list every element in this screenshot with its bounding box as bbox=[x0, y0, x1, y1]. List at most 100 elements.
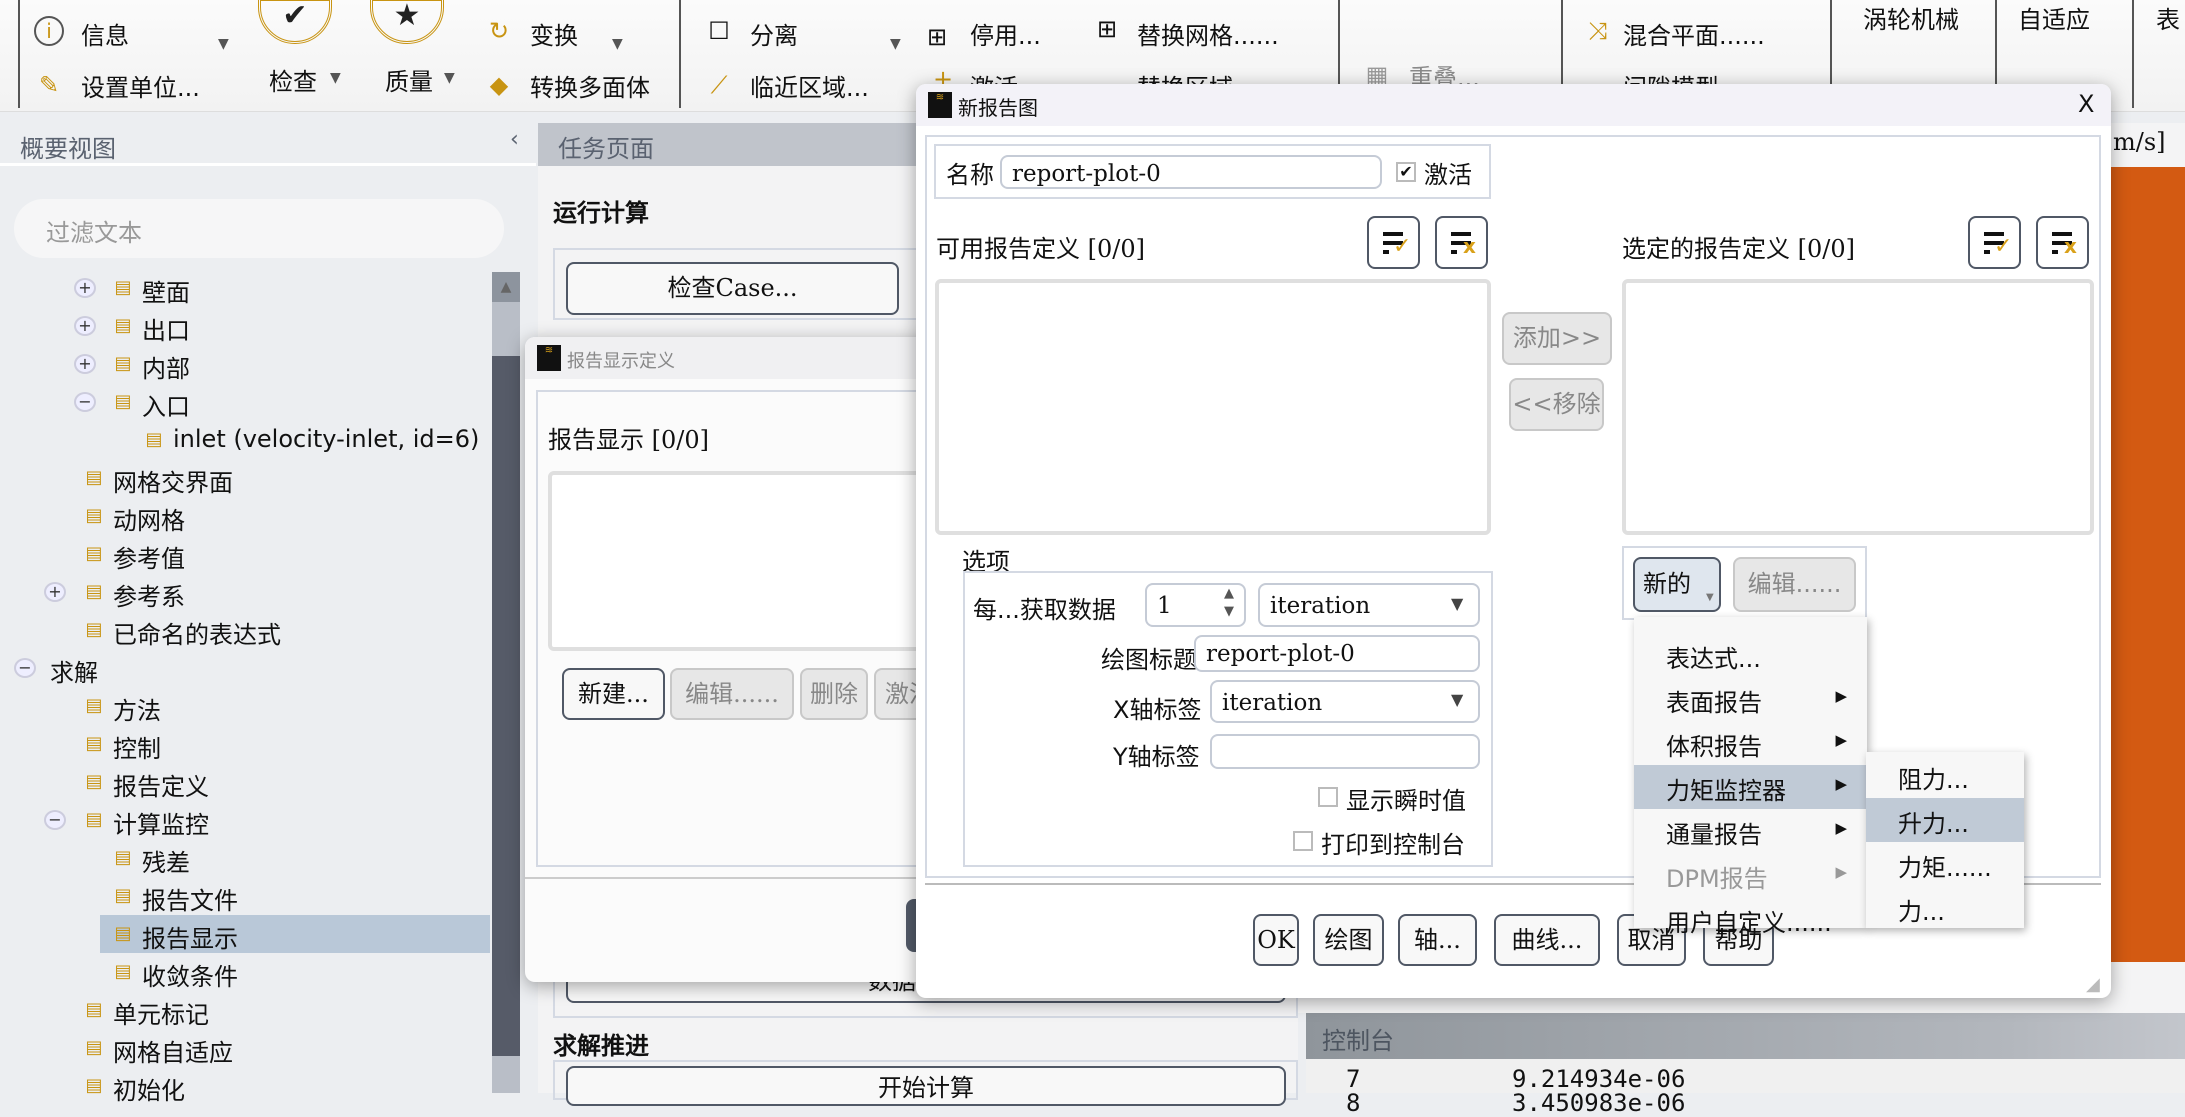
filter-input[interactable]: 过滤文本 bbox=[14, 199, 504, 258]
edit-button[interactable]: 编辑...... bbox=[670, 668, 794, 720]
menu-item[interactable]: 力矩...... bbox=[1866, 842, 2024, 886]
scrollbar-thumb[interactable] bbox=[492, 356, 520, 1056]
tree-item[interactable]: − ▤ 入口 bbox=[0, 383, 490, 421]
chevron-down-icon[interactable]: ▼ bbox=[1451, 690, 1463, 709]
chevron-down-icon[interactable]: ▼ bbox=[1451, 594, 1463, 613]
remove-button[interactable]: <<移除 bbox=[1509, 378, 1604, 431]
tree-item[interactable]: ▤ 残差 bbox=[0, 839, 490, 877]
set-units-button[interactable]: 设置单位... bbox=[81, 68, 200, 103]
info-icon[interactable]: i bbox=[34, 16, 64, 46]
show-instant-checkbox[interactable] bbox=[1318, 787, 1338, 807]
tree-item[interactable]: ▤ 已命名的表达式 bbox=[0, 611, 490, 649]
tree-item[interactable]: − 求解 bbox=[0, 649, 490, 687]
collapse-icon[interactable]: − bbox=[44, 810, 66, 830]
deselect-all-button[interactable]: x bbox=[1435, 216, 1488, 269]
tree-item[interactable]: + ▤ 参考系 bbox=[0, 573, 490, 611]
available-definitions-list[interactable] bbox=[935, 279, 1491, 535]
tree-item[interactable]: ▤ 初始化 bbox=[0, 1067, 490, 1105]
x-axis-dropdown[interactable]: iteration bbox=[1210, 680, 1480, 723]
menu-item[interactable]: 力... bbox=[1866, 886, 2024, 930]
edit-button[interactable]: 编辑...... bbox=[1733, 557, 1856, 612]
menu-item[interactable]: 升力... bbox=[1866, 798, 2024, 842]
ok-button[interactable]: OK bbox=[1253, 914, 1299, 966]
collapse-icon[interactable]: − bbox=[14, 658, 36, 678]
spinner-arrows-icon[interactable]: ▲ ▼ bbox=[1224, 585, 1234, 621]
menu-item[interactable]: 表面报告 ▶ bbox=[1634, 677, 1867, 721]
y-axis-input[interactable] bbox=[1210, 734, 1480, 769]
check-button[interactable]: 检查 bbox=[269, 62, 317, 97]
dialog-titlebar[interactable]: ≋ 新报告图 X bbox=[916, 84, 2111, 126]
print-console-checkbox[interactable] bbox=[1293, 831, 1313, 851]
new-dropdown-button[interactable]: 新的 bbox=[1633, 557, 1721, 612]
tree-item[interactable]: ▤ 报告文件 bbox=[0, 877, 490, 915]
menu-item[interactable]: 阻力... bbox=[1866, 754, 2024, 798]
separate-button[interactable]: 分离 bbox=[750, 16, 798, 51]
menu-item[interactable]: 力矩监控器 ▶ bbox=[1634, 765, 1867, 809]
transform-button[interactable]: 变换 bbox=[530, 16, 578, 51]
surface-tab[interactable]: 表 bbox=[2156, 0, 2180, 35]
selected-definitions-list[interactable] bbox=[1622, 279, 2094, 535]
name-input[interactable]: report-plot-0 bbox=[1000, 155, 1382, 189]
adjacency-button[interactable]: 临近区域... bbox=[750, 68, 869, 103]
chevron-down-icon[interactable]: ▼ bbox=[444, 70, 455, 86]
add-button[interactable]: 添加>> bbox=[1502, 312, 1612, 365]
tree-item[interactable]: − ▤ 计算监控 bbox=[0, 801, 490, 839]
tree-item[interactable]: ▤ 动网格 bbox=[0, 497, 490, 535]
curves-button[interactable]: 曲线... bbox=[1494, 914, 1600, 966]
tree-item[interactable]: ▤ 网格自适应 bbox=[0, 1029, 490, 1067]
chevron-down-icon[interactable]: ▼ bbox=[330, 70, 341, 86]
close-button[interactable]: X bbox=[2078, 90, 2094, 118]
scroll-up-icon[interactable]: ▲ bbox=[492, 272, 520, 302]
axes-button[interactable]: 轴... bbox=[1398, 914, 1477, 966]
select-all-button[interactable]: ✓ bbox=[1968, 216, 2021, 269]
mixing-plane-button[interactable]: 混合平面...... bbox=[1623, 16, 1765, 51]
check-case-button[interactable]: 检查Case... bbox=[566, 262, 899, 315]
chevron-down-icon[interactable]: ▼ bbox=[218, 36, 229, 52]
collapse-panel-icon[interactable]: ‹ bbox=[510, 127, 519, 152]
convert-polyhedra-button[interactable]: 转换多面体 bbox=[530, 68, 650, 103]
active-checkbox[interactable]: ✔ bbox=[1396, 162, 1416, 182]
frequency-unit-dropdown[interactable]: iteration bbox=[1258, 583, 1480, 627]
select-all-button[interactable]: ✓ bbox=[1367, 216, 1420, 269]
tree-item[interactable]: ▤ 报告显示 bbox=[100, 915, 490, 953]
menu-item[interactable]: DPM报告 ▶ bbox=[1634, 853, 1867, 897]
menu-item[interactable]: 体积报告 ▶ bbox=[1634, 721, 1867, 765]
expand-icon[interactable]: + bbox=[74, 354, 96, 374]
menu-item[interactable]: 表达式... bbox=[1634, 633, 1867, 677]
quality-icon[interactable]: ★ bbox=[370, 0, 444, 44]
info-button[interactable]: 信息 bbox=[81, 16, 129, 51]
new-button[interactable]: 新建... bbox=[562, 668, 665, 720]
report-display-list[interactable] bbox=[548, 471, 948, 651]
tree-item[interactable]: ▤ 网格交界面 bbox=[0, 459, 490, 497]
adapt-tab[interactable]: 自适应 bbox=[2018, 0, 2090, 35]
menu-item[interactable]: 通量报告 ▶ bbox=[1634, 809, 1867, 853]
expand-icon[interactable]: + bbox=[74, 316, 96, 336]
tree-item[interactable]: ▤ inlet (velocity-inlet, id=6) bbox=[0, 421, 490, 459]
start-calculation-button[interactable]: 开始计算 bbox=[566, 1066, 1286, 1106]
dialog-titlebar[interactable]: ≋ 报告显示定义 bbox=[525, 337, 945, 379]
collapse-icon[interactable]: − bbox=[74, 392, 96, 412]
check-icon[interactable]: ✔ bbox=[258, 0, 332, 44]
expand-icon[interactable]: + bbox=[74, 278, 96, 298]
expand-icon[interactable]: + bbox=[44, 582, 66, 602]
chevron-down-icon[interactable]: ▼ bbox=[890, 36, 901, 52]
deactivate-button[interactable]: 停用... bbox=[970, 16, 1041, 51]
tree-item[interactable]: ▤ 参考值 bbox=[0, 535, 490, 573]
tree-item[interactable]: + ▤ 内部 bbox=[0, 345, 490, 383]
deselect-all-button[interactable]: x bbox=[2036, 216, 2089, 269]
plot-button[interactable]: 绘图 bbox=[1313, 914, 1384, 966]
replace-mesh-button[interactable]: 替换网格...... bbox=[1137, 16, 1279, 51]
resize-grip-icon[interactable]: ◢ bbox=[2086, 974, 2100, 995]
chevron-down-icon[interactable]: ▼ bbox=[612, 36, 623, 52]
plot-title-input[interactable]: report-plot-0 bbox=[1194, 635, 1480, 672]
tree-item[interactable]: + ▤ 壁面 bbox=[0, 269, 490, 307]
delete-button[interactable]: 删除 bbox=[800, 668, 868, 720]
turbomachinery-tab[interactable]: 涡轮机械 bbox=[1863, 0, 1959, 35]
tree-item[interactable]: ▤ 控制 bbox=[0, 725, 490, 763]
console[interactable]: 7 9.214934e-06 8 3.450983e-06 bbox=[1306, 1059, 2185, 1117]
tree-item[interactable]: ▤ 方法 bbox=[0, 687, 490, 725]
tree-item[interactable]: ▤ 单元标记 bbox=[0, 991, 490, 1029]
menu-item[interactable]: 用户自定义...... bbox=[1634, 897, 1867, 941]
tree-item[interactable]: + ▤ 出口 bbox=[0, 307, 490, 345]
tree-item[interactable]: ▤ 报告定义 bbox=[0, 763, 490, 801]
